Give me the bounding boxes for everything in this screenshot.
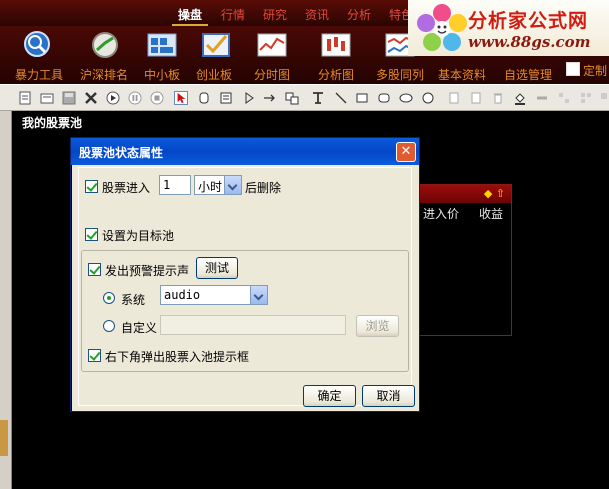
toolbar-button-sme-board[interactable]: 中小板 [138, 26, 186, 84]
triangle-icon[interactable] [242, 91, 256, 105]
menu-item-analysis[interactable]: 分析 [347, 6, 371, 23]
column-header-entry-price[interactable]: 进入价 [423, 205, 459, 222]
magnifier-icon [24, 31, 50, 57]
auto-delete-prefix: 股票进入 [102, 181, 151, 195]
toolbar-label: 暴力工具 [15, 68, 64, 82]
time-unit-select[interactable]: 小时 [194, 175, 242, 195]
target-pool-label: 设置为目标池 [102, 229, 175, 243]
chevron-down-icon[interactable] [250, 286, 267, 304]
document-icon[interactable] [18, 91, 32, 105]
toolbar-label: 多股同列 [376, 68, 425, 82]
site-logo: 分析家公式网 www.88gs.com [408, 0, 609, 56]
copy-shapes-icon[interactable] [285, 91, 299, 105]
custom-sound-radio[interactable] [103, 320, 115, 332]
candlestick-icon [321, 33, 351, 57]
align-icon[interactable] [557, 91, 571, 105]
popup-notice-label: 右下角弹出股票入池提示框 [105, 350, 250, 364]
system-sound-radio[interactable] [103, 292, 115, 304]
left-side-tab[interactable] [0, 420, 8, 456]
close-icon: ✕ [400, 144, 412, 159]
pointer-icon[interactable] [174, 91, 188, 105]
panel-controls-icon[interactable]: ◆ ⇧ [484, 187, 505, 200]
toolbar-button-customize[interactable]: 定制 [566, 60, 609, 82]
rounded-rectangle-tool-icon[interactable] [377, 91, 391, 105]
menu-item-quotes[interactable]: 行情 [221, 6, 245, 23]
target-pool-checkbox[interactable] [85, 228, 98, 241]
group-icon[interactable] [600, 91, 609, 105]
page-icon[interactable] [447, 91, 461, 105]
hours-input[interactable]: 1 [159, 175, 191, 195]
gauge-icon [92, 32, 118, 58]
stock-pool-title: 我的股票池 [22, 116, 83, 130]
menu-item-news[interactable]: 资讯 [305, 6, 329, 23]
save-icon[interactable] [62, 91, 76, 105]
custom-sound-path-input[interactable] [160, 315, 346, 335]
logo-url: www.88gs.com [468, 33, 591, 51]
popup-notice-checkbox[interactable] [88, 349, 101, 362]
play-icon[interactable] [106, 91, 120, 105]
note-icon[interactable] [219, 91, 233, 105]
toolbar-button-shanghai-shenzhen-rank[interactable]: 沪深排名 [76, 26, 134, 84]
clipboard-icon[interactable] [469, 91, 483, 105]
ok-button[interactable]: 确定 [303, 385, 356, 407]
custom-sound-label: 自定义 [121, 321, 158, 335]
browse-button[interactable]: 浏览 [356, 315, 399, 337]
line-weight-icon[interactable] [535, 91, 549, 105]
pause-icon[interactable] [128, 91, 142, 105]
toolbar-label: 沪深排名 [80, 68, 129, 82]
dialog-body: 股票进入 1 小时 后删除 设置为目标池 发出预警提示声 测试 系统 audio… [78, 167, 415, 407]
arrow-right-icon[interactable] [263, 91, 277, 105]
distribute-icon[interactable] [579, 91, 593, 105]
logo-title: 分析家公式网 [468, 10, 589, 32]
ellipse-tool-icon[interactable] [399, 91, 413, 105]
flower-logo-icon [417, 4, 467, 51]
dialog-titlebar[interactable]: 股票池状态属性 ✕ [71, 138, 419, 165]
drawing-toolbar [0, 84, 609, 111]
toolbar-button-analysis-chart[interactable]: 分析图 [312, 26, 360, 84]
close-button[interactable]: ✕ [396, 142, 416, 162]
alarm-sound-checkbox[interactable] [88, 263, 101, 276]
chevron-down-icon[interactable] [224, 176, 241, 194]
system-sound-label: 系统 [121, 293, 146, 307]
trash-icon[interactable] [491, 91, 505, 105]
system-sound-select[interactable]: audio [160, 285, 268, 305]
circle-tool-icon[interactable] [421, 91, 435, 105]
toolbar-label: 中小板 [144, 68, 181, 82]
toolbar-button-intraday-chart[interactable]: 分时图 [248, 26, 296, 84]
cancel-button[interactable]: 取消 [362, 385, 415, 407]
toolbar-button-power-tools[interactable]: 暴力工具 [6, 26, 70, 84]
column-header-gain[interactable]: 收益 [479, 205, 503, 222]
auto-delete-suffix: 后删除 [245, 181, 282, 195]
customize-label: 定制 [583, 64, 608, 78]
test-sound-button[interactable]: 测试 [196, 257, 238, 279]
toolbar-label: 自选管理 [504, 68, 553, 82]
paint-bucket-icon[interactable] [513, 91, 527, 105]
alarm-sound-label: 发出预警提示声 [105, 264, 190, 278]
dialog-title: 股票池状态属性 [79, 146, 164, 160]
toolbar-button-gem-board[interactable]: 创业板 [192, 26, 240, 84]
toolbar-label: 分析图 [318, 68, 355, 82]
checklist-icon [202, 33, 230, 57]
delete-icon[interactable] [84, 91, 98, 105]
open-icon[interactable] [40, 91, 54, 105]
line-tool-icon[interactable] [334, 91, 348, 105]
system-sound-value: audio [164, 288, 201, 302]
stock-pool-properties-dialog: 股票池状态属性 ✕ 股票进入 1 小时 后删除 设置为目标池 发出预警提示声 测… [70, 137, 420, 412]
time-unit-value: 小时 [198, 180, 223, 194]
line-chart-icon [257, 33, 287, 57]
customize-icon [566, 62, 580, 76]
auto-delete-checkbox[interactable] [85, 180, 98, 193]
toolbar-label: 创业板 [196, 68, 233, 82]
text-tool-icon[interactable] [311, 91, 325, 105]
toolbar-label: 分时图 [254, 68, 291, 82]
menu-item-research[interactable]: 研究 [263, 6, 287, 23]
toolbar-label: 基本资料 [438, 68, 487, 82]
grid-chart-icon [147, 33, 177, 57]
stop-icon[interactable] [150, 91, 164, 105]
menu-item-trade[interactable]: 操盘 [178, 6, 202, 23]
rounded-rect-icon[interactable] [197, 91, 211, 105]
rectangle-tool-icon[interactable] [355, 91, 369, 105]
